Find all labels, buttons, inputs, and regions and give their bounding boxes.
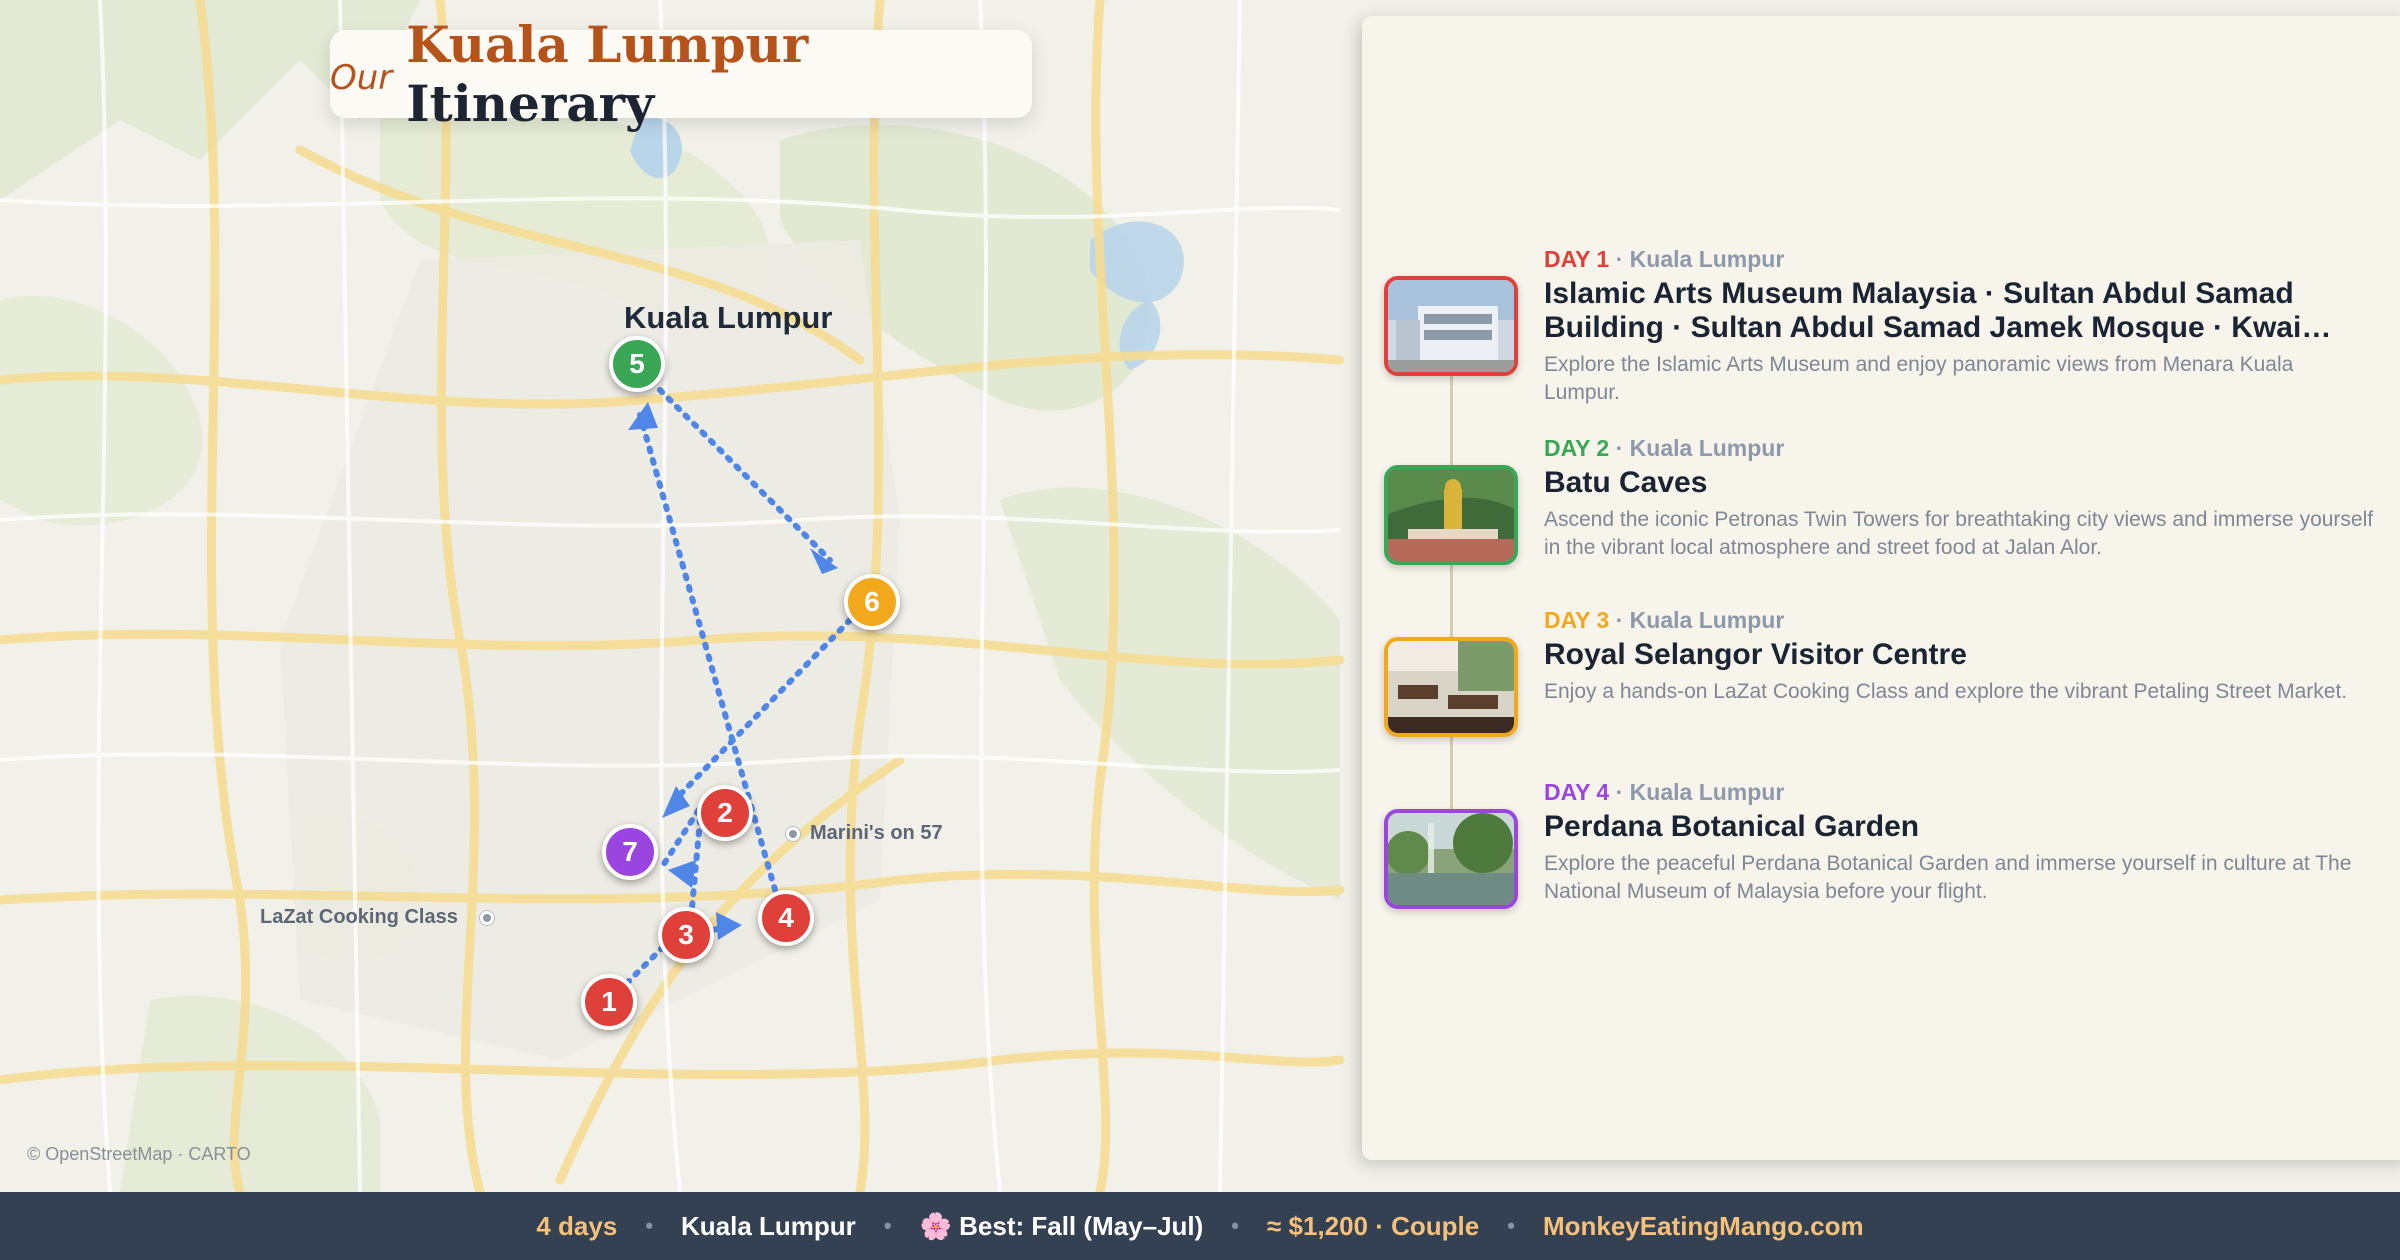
poi-label: Marini's on 57	[810, 822, 943, 844]
title-prefix: Our	[330, 58, 393, 98]
footer-separator: •	[645, 1213, 654, 1238]
day-thumbnail-1	[1384, 276, 1518, 376]
map-marker-1[interactable]: 1	[581, 974, 637, 1030]
day-title: Batu Caves	[1544, 466, 1708, 499]
footer-separator: •	[1507, 1213, 1515, 1238]
day-label: DAY 2	[1544, 435, 1610, 461]
title-card: Our Kuala Lumpur Itinerary	[330, 15, 1032, 133]
map-marker-7[interactable]: 7	[602, 824, 658, 880]
map-marker-5[interactable]: 5	[609, 336, 665, 392]
map-marker-3[interactable]: 3	[658, 907, 714, 963]
day-label: DAY 4	[1544, 779, 1610, 805]
map-marker-6[interactable]: 6	[844, 574, 900, 630]
day-location: Kuala Lumpur	[1629, 607, 1785, 633]
day-thumbnail-4	[1384, 809, 1518, 909]
poi-label: LaZat Cooking Class	[260, 906, 458, 928]
footer-budget: ≈ $1,200 · Couple	[1267, 1210, 1480, 1241]
footer-best-season: Best: Fall (May–Jul)	[959, 1210, 1204, 1241]
poi-lazat[interactable]: LaZat Cooking Class	[260, 906, 494, 929]
footer-bar: 4 days • Kuala Lumpur • 🌸 Best: Fall (Ma…	[0, 1192, 2400, 1260]
poi-dot-icon	[479, 910, 494, 925]
footer-days: 4 days	[536, 1210, 618, 1241]
map-marker-4[interactable]: 4	[758, 890, 814, 946]
day-title: Royal Selangor Visitor Centre	[1544, 638, 1967, 671]
poi-marinis[interactable]: Marini's on 57	[786, 822, 943, 845]
map-marker-2[interactable]: 2	[697, 785, 753, 841]
day-location: Kuala Lumpur	[1629, 435, 1785, 461]
day-thumbnail-2	[1384, 465, 1518, 565]
day-title: Islamic Arts Museum Malaysia · Sultan Ab…	[1544, 277, 2302, 344]
title-suffix: Itinerary	[406, 74, 655, 133]
flower-icon: 🌸	[919, 1210, 952, 1241]
footer-separator: •	[1231, 1213, 1239, 1238]
day-thumbnail-3	[1384, 637, 1518, 737]
itinerary-panel: DAY 1 · Kuala Lumpur Islamic Arts Museum…	[1362, 16, 2400, 1160]
day-description: Explore the Islamic Arts Museum and enjo…	[1544, 353, 2294, 404]
title-city: Kuala Lumpur	[406, 15, 809, 74]
day-description: Enjoy a hands-on LaZat Cooking Class and…	[1544, 680, 2348, 703]
city-label: Kuala Lumpur	[624, 300, 833, 335]
map-attribution: © OpenStreetMap · CARTO	[27, 1144, 251, 1164]
footer-site-link[interactable]: MonkeyEatingMango.com	[1543, 1211, 1864, 1242]
footer-separator: •	[883, 1213, 892, 1238]
poi-dot-icon	[786, 826, 800, 841]
footer-city: Kuala Lumpur	[681, 1210, 856, 1241]
day-label: DAY 1	[1544, 246, 1610, 272]
day-title: Perdana Botanical Garden	[1544, 810, 1920, 843]
day-description: Ascend the iconic Petronas Twin Towers f…	[1544, 508, 2374, 559]
day-location: Kuala Lumpur	[1629, 246, 1785, 272]
day-label: DAY 3	[1544, 607, 1610, 633]
timeline-line	[1450, 326, 1453, 866]
day-description: Explore the peaceful Perdana Botanical G…	[1544, 852, 2352, 903]
day-location: Kuala Lumpur	[1629, 779, 1785, 805]
